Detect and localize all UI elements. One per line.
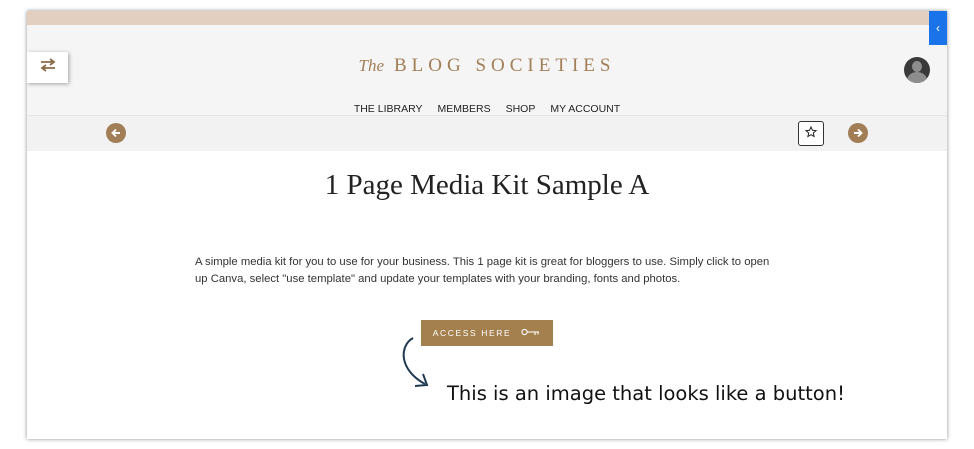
arrow-left-circle-icon[interactable] xyxy=(106,123,126,143)
top-accent-bar xyxy=(27,11,947,25)
logo-script: The xyxy=(358,56,385,75)
browser-page: The BLOG SOCIETIES THE LIBRARY MEMBERS SH… xyxy=(27,11,947,439)
user-avatar-icon[interactable] xyxy=(904,57,930,83)
description-line-1: A simple media kit for you to use for yo… xyxy=(195,256,770,268)
site-logo[interactable]: The BLOG SOCIETIES xyxy=(27,55,947,77)
nav-item-members[interactable]: MEMBERS xyxy=(437,103,490,115)
nav-item-my-account[interactable]: MY ACCOUNT xyxy=(550,103,620,115)
arrow-right-circle-icon[interactable] xyxy=(848,123,868,143)
nav-item-shop[interactable]: SHOP xyxy=(506,103,536,115)
star-outline-icon xyxy=(804,125,818,143)
annotation-text: This is an image that looks like a butto… xyxy=(447,382,845,405)
nav-item-library[interactable]: THE LIBRARY xyxy=(354,103,423,115)
access-here-button[interactable]: ACCESS HERE xyxy=(421,320,553,346)
description-line-2: up Canva, select "use template" and upda… xyxy=(195,273,681,285)
chevron-left-icon[interactable]: ‹ xyxy=(929,11,947,45)
page-description: A simple media kit for you to use for yo… xyxy=(195,254,785,288)
favorite-button[interactable] xyxy=(798,121,824,146)
page-title: 1 Page Media Kit Sample A xyxy=(324,169,650,201)
access-label: ACCESS HERE xyxy=(432,328,512,338)
main-nav: THE LIBRARY MEMBERS SHOP MY ACCOUNT xyxy=(27,103,947,115)
site-header: The BLOG SOCIETIES THE LIBRARY MEMBERS SH… xyxy=(27,25,947,115)
key-icon xyxy=(521,328,541,338)
curved-arrow-icon xyxy=(402,337,429,387)
logo-text: BLOG SOCIETIES xyxy=(394,55,616,76)
